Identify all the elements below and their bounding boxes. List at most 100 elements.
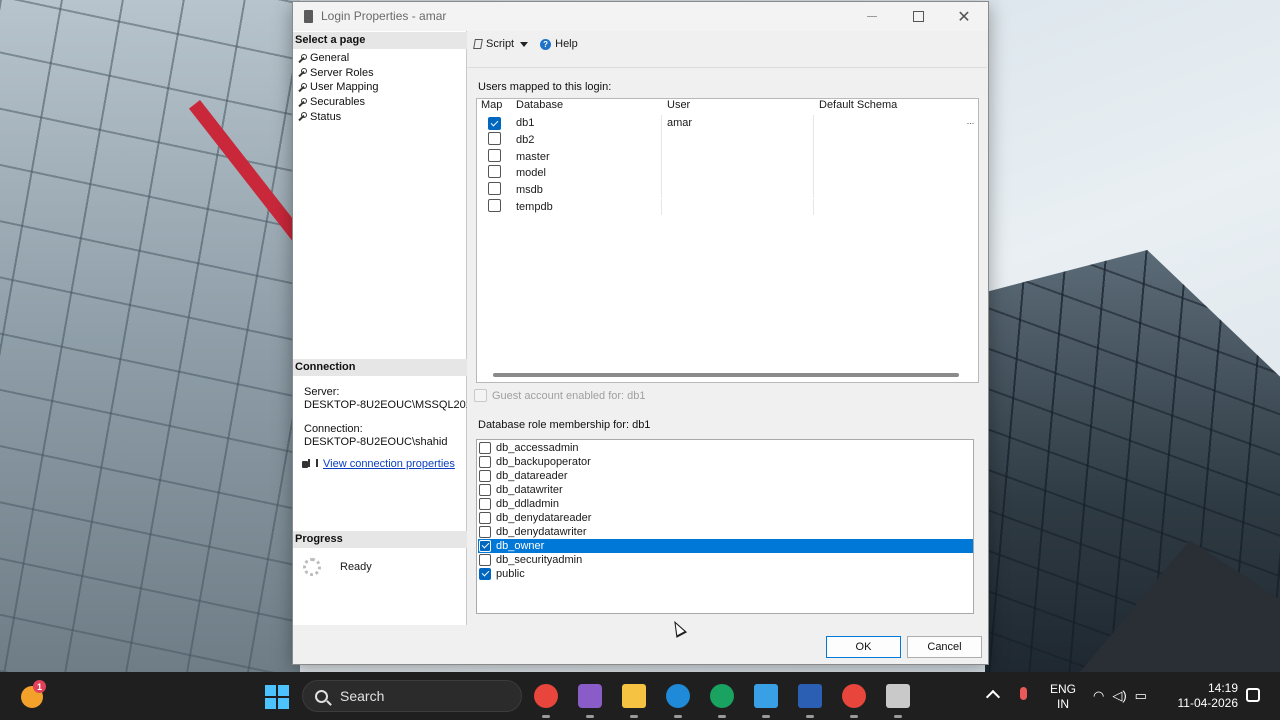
schema-cell[interactable]: [814, 148, 978, 165]
help-button[interactable]: ? Help: [540, 38, 578, 50]
database-cell: model: [511, 165, 662, 182]
script-button[interactable]: Script: [473, 38, 529, 50]
list-item[interactable]: db_accessadmin: [478, 441, 973, 455]
snipping-tool-icon[interactable]: [578, 684, 602, 718]
cancel-button[interactable]: Cancel: [907, 636, 982, 658]
role-checkbox[interactable]: [479, 526, 491, 538]
list-item[interactable]: db_denydatawriter: [478, 525, 973, 539]
list-item[interactable]: db_ddladmin: [478, 497, 973, 511]
login-properties-dialog: Login Properties - amar ✕ Select a page …: [292, 1, 989, 665]
green-app-icon[interactable]: [710, 684, 734, 718]
user-cell[interactable]: [662, 181, 814, 199]
page-item-status[interactable]: Status: [297, 109, 378, 124]
list-item[interactable]: public: [478, 567, 973, 581]
user-cell[interactable]: [662, 131, 814, 149]
chrome-profile-icon[interactable]: [842, 684, 866, 718]
map-checkbox[interactable]: [488, 182, 501, 196]
edge-icon[interactable]: [666, 684, 690, 718]
role-checkbox[interactable]: [479, 554, 491, 566]
notification-center-icon[interactable]: [1246, 688, 1260, 702]
toolbar: Script ? Help: [468, 31, 988, 57]
database-cell: master: [511, 148, 662, 166]
column-header-default-schema[interactable]: Default Schema: [814, 99, 978, 114]
ssms-icon[interactable]: [886, 684, 910, 718]
user-cell[interactable]: [662, 198, 814, 216]
system-tray[interactable]: ◠ ◁) ▭: [1093, 688, 1147, 704]
notepad-icon[interactable]: [754, 684, 778, 718]
table-row[interactable]: master: [477, 148, 978, 166]
list-item[interactable]: db_owner: [478, 539, 973, 553]
view-connection-properties[interactable]: View connection properties: [301, 458, 455, 470]
schema-cell[interactable]: [814, 199, 978, 216]
guest-account-option: Guest account enabled for: db1: [474, 389, 646, 402]
page-list: General Server Roles User Mapping Secura…: [297, 51, 378, 124]
wifi-icon[interactable]: ◠: [1093, 688, 1104, 704]
battery-icon[interactable]: ▭: [1135, 688, 1147, 704]
role-name: db_backupoperator: [496, 456, 591, 468]
schema-cell[interactable]: [814, 115, 978, 132]
horizontal-scrollbar[interactable]: [493, 373, 959, 377]
taskbar-search[interactable]: Search: [302, 680, 522, 712]
schema-browse-button[interactable]: ...: [965, 117, 976, 129]
page-item-user-mapping[interactable]: User Mapping: [297, 80, 378, 95]
clock[interactable]: 14:19 11-04-2026: [1170, 681, 1239, 711]
role-checkbox[interactable]: [479, 456, 491, 468]
language-indicator[interactable]: ENG IN: [1050, 682, 1076, 712]
user-cell[interactable]: [662, 165, 814, 182]
page-item-securables[interactable]: Securables: [297, 95, 378, 110]
column-header-user[interactable]: User: [662, 99, 814, 114]
list-item[interactable]: db_datareader: [478, 469, 973, 483]
notification-badge: 1: [33, 680, 46, 693]
maximize-button[interactable]: [895, 2, 941, 31]
list-item[interactable]: db_denydatareader: [478, 511, 973, 525]
table-row[interactable]: db1 amar...: [477, 115, 978, 132]
user-mapping-grid[interactable]: Map Database User Default Schema db1 amar…: [476, 98, 979, 383]
column-header-map[interactable]: Map: [477, 99, 511, 114]
schema-cell[interactable]: [814, 165, 978, 182]
user-cell[interactable]: amar: [662, 115, 814, 132]
file-explorer-icon[interactable]: [622, 684, 646, 718]
map-checkbox[interactable]: [488, 132, 501, 146]
map-checkbox[interactable]: [488, 117, 501, 131]
chevron-up-icon[interactable]: [985, 689, 1001, 705]
start-button[interactable]: [265, 685, 289, 709]
role-checkbox[interactable]: [479, 442, 491, 454]
taskbar: 1 Search ENG IN ◠ ◁) ▭ 14:19 11-04-2026: [0, 672, 1280, 720]
table-row[interactable]: msdb: [477, 181, 978, 199]
ok-button[interactable]: OK: [826, 636, 901, 658]
list-item[interactable]: db_securityadmin: [478, 553, 973, 567]
table-row[interactable]: model: [477, 165, 978, 182]
page-item-general[interactable]: General: [297, 51, 378, 66]
word-icon[interactable]: [798, 684, 822, 718]
role-checkbox[interactable]: [479, 568, 491, 580]
role-checkbox[interactable]: [479, 512, 491, 524]
map-cell: [477, 198, 511, 215]
microphone-icon[interactable]: [1020, 687, 1027, 700]
map-checkbox[interactable]: [488, 198, 501, 212]
view-connection-properties-link[interactable]: View connection properties: [323, 458, 455, 470]
role-membership-list[interactable]: db_accessadmin db_backupoperator db_datare…: [476, 439, 974, 614]
table-row[interactable]: db2: [477, 131, 978, 149]
schema-cell[interactable]: [814, 182, 978, 199]
list-item[interactable]: db_datawriter: [478, 483, 973, 497]
column-header-database[interactable]: Database: [511, 99, 662, 114]
chevron-down-icon[interactable]: [520, 41, 529, 47]
role-checkbox[interactable]: [479, 470, 491, 482]
schema-cell[interactable]: [814, 132, 978, 149]
chrome-icon[interactable]: [534, 684, 558, 718]
table-row[interactable]: tempdb: [477, 198, 978, 216]
role-checkbox[interactable]: [479, 540, 491, 552]
role-checkbox[interactable]: [479, 484, 491, 496]
minimize-button[interactable]: [849, 2, 895, 31]
user-cell[interactable]: [662, 148, 814, 166]
role-checkbox[interactable]: [479, 498, 491, 510]
close-button[interactable]: ✕: [941, 2, 987, 31]
page-item-label: Server Roles: [310, 66, 374, 79]
map-checkbox[interactable]: [488, 148, 501, 162]
wrench-icon: [297, 53, 307, 63]
page-item-server-roles[interactable]: Server Roles: [297, 66, 378, 81]
map-checkbox[interactable]: [488, 165, 501, 179]
list-item[interactable]: db_backupoperator: [478, 455, 973, 469]
title-bar[interactable]: Login Properties - amar ✕: [293, 2, 988, 31]
volume-icon[interactable]: ◁): [1112, 688, 1126, 704]
